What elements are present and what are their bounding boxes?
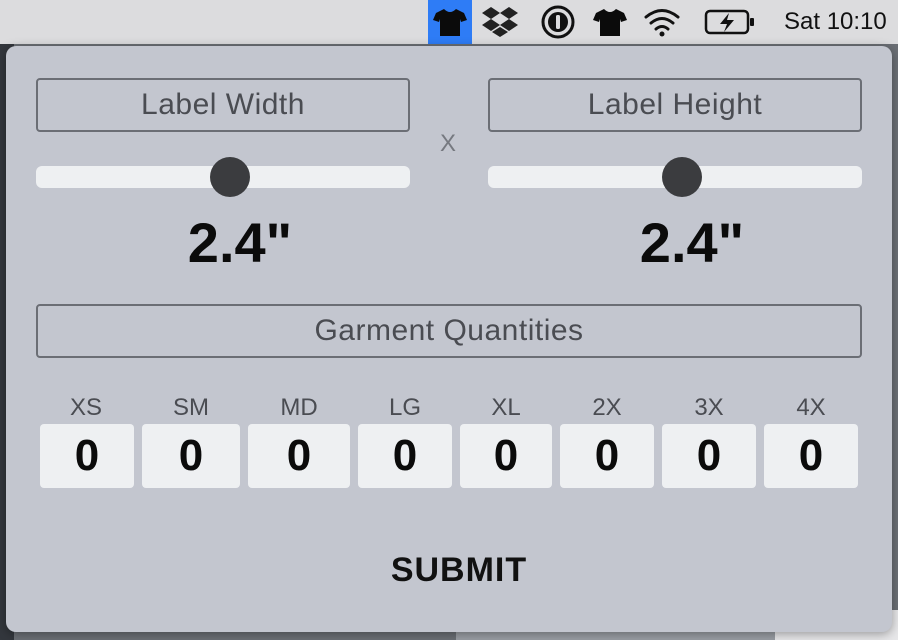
size-label-4x: 4X <box>796 394 826 421</box>
menubar-clock[interactable]: Sat 10:10 <box>784 0 887 44</box>
label-settings-popover: Label Width X Label Height 2.4" 2.4" Gar… <box>6 46 892 632</box>
size-label-2x: 2X <box>592 394 622 421</box>
quantity-field-xl[interactable]: 0 <box>460 424 552 488</box>
quantity-field-md[interactable]: 0 <box>248 424 350 488</box>
quantity-field-xs[interactable]: 0 <box>40 424 134 488</box>
battery-charging-icon[interactable] <box>702 0 758 44</box>
label-height-slider[interactable] <box>488 157 862 197</box>
onepassword-icon[interactable] <box>536 0 580 44</box>
menu-bar: Sat 10:10 <box>0 0 898 44</box>
quantity-field-3x[interactable]: 0 <box>662 424 756 488</box>
quantity-field-sm[interactable]: 0 <box>142 424 240 488</box>
label-height-value: 2.4" <box>639 211 745 274</box>
tshirt-app-icon[interactable] <box>428 0 472 44</box>
dimension-separator: X <box>440 130 457 157</box>
size-label-xs: XS <box>69 394 102 421</box>
size-label-3x: 3X <box>694 394 724 421</box>
dropbox-icon[interactable] <box>478 0 522 44</box>
size-label-md: MD <box>280 394 318 421</box>
size-label-sm: SM <box>173 394 209 421</box>
label-width-heading: Label Width <box>36 78 410 132</box>
submit-button[interactable]: SUBMIT <box>349 546 569 594</box>
label-width-slider[interactable] <box>36 157 410 197</box>
tshirt-icon[interactable] <box>588 0 632 44</box>
size-label-xl: XL <box>491 394 521 421</box>
label-height-heading: Label Height <box>488 78 862 132</box>
quantity-field-4x[interactable]: 0 <box>764 424 858 488</box>
wifi-icon[interactable] <box>638 0 686 44</box>
quantity-field-lg[interactable]: 0 <box>358 424 452 488</box>
label-width-value: 2.4" <box>187 211 293 274</box>
quantity-field-2x[interactable]: 0 <box>560 424 654 488</box>
garment-quantities-heading: Garment Quantities <box>36 304 862 358</box>
size-label-lg: LG <box>388 394 421 421</box>
label-height-slider-thumb[interactable] <box>662 157 703 197</box>
label-width-slider-thumb[interactable] <box>210 157 251 197</box>
